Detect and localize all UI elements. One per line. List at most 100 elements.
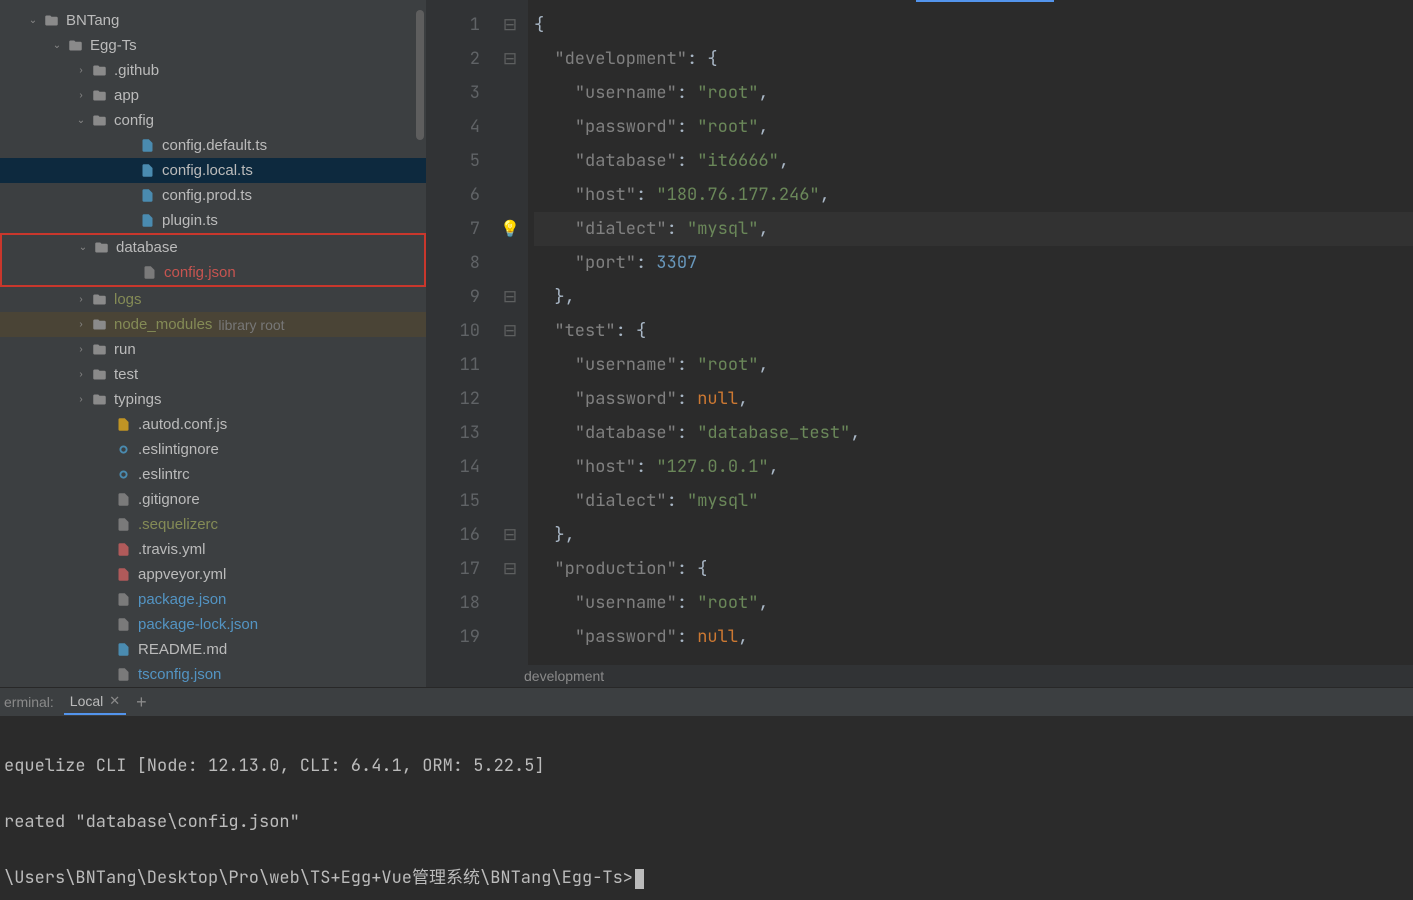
code-line[interactable]: "production": { <box>534 552 1413 586</box>
chevron-right-icon[interactable]: › <box>72 369 90 380</box>
tree-item--eslintignore[interactable]: .eslintignore <box>0 437 426 462</box>
line-number[interactable]: 16 <box>426 518 480 552</box>
fold-marker[interactable] <box>492 178 528 212</box>
chevron-right-icon[interactable]: › <box>72 344 90 355</box>
tree-item-package-json[interactable]: package.json <box>0 587 426 612</box>
code-line[interactable]: "username": "root", <box>534 348 1413 382</box>
tree-item--gitignore[interactable]: .gitignore <box>0 487 426 512</box>
tree-item--github[interactable]: ›.github <box>0 58 426 83</box>
tree-item-typings[interactable]: ›typings <box>0 387 426 412</box>
fold-marker[interactable] <box>492 382 528 416</box>
code-line[interactable]: "dialect": "mysql" <box>534 484 1413 518</box>
line-number[interactable]: 4 <box>426 110 480 144</box>
chevron-down-icon[interactable]: ⌄ <box>48 40 66 51</box>
fold-marker[interactable] <box>492 586 528 620</box>
terminal-tab-local[interactable]: Local ✕ <box>64 690 126 715</box>
line-number[interactable]: 3 <box>426 76 480 110</box>
fold-marker[interactable] <box>492 484 528 518</box>
code-line[interactable]: { <box>534 8 1413 42</box>
chevron-down-icon[interactable]: ⌄ <box>72 115 90 126</box>
line-number[interactable]: 5 <box>426 144 480 178</box>
code-line[interactable]: "test": { <box>534 314 1413 348</box>
line-number[interactable]: 12 <box>426 382 480 416</box>
line-number[interactable]: 18 <box>426 586 480 620</box>
fold-marker[interactable]: ⊟ <box>492 518 528 552</box>
tree-item-readme-md[interactable]: README.md <box>0 637 426 662</box>
chevron-down-icon[interactable]: ⌄ <box>24 15 42 26</box>
code-line[interactable]: }, <box>534 518 1413 552</box>
line-number[interactable]: 2 <box>426 42 480 76</box>
tree-item-logs[interactable]: ›logs <box>0 287 426 312</box>
fold-marker[interactable]: ⊟ <box>492 314 528 348</box>
tree-item--eslintrc[interactable]: .eslintrc <box>0 462 426 487</box>
tree-item--travis-yml[interactable]: .travis.yml <box>0 537 426 562</box>
fold-marker[interactable] <box>492 76 528 110</box>
code-line[interactable]: }, <box>534 280 1413 314</box>
line-number[interactable]: 7 <box>426 212 480 246</box>
tree-item-run[interactable]: ›run <box>0 337 426 362</box>
chevron-right-icon[interactable]: › <box>72 319 90 330</box>
tree-item-plugin-ts[interactable]: plugin.ts <box>0 208 426 233</box>
fold-marker[interactable] <box>492 348 528 382</box>
tree-item-config[interactable]: ⌄config <box>0 108 426 133</box>
chevron-down-icon[interactable]: ⌄ <box>74 242 92 253</box>
tree-item-egg-ts[interactable]: ⌄Egg-Ts <box>0 33 426 58</box>
tree-item-config-json[interactable]: config.json <box>2 260 424 285</box>
chevron-right-icon[interactable]: › <box>72 90 90 101</box>
line-number[interactable]: 14 <box>426 450 480 484</box>
tree-item-tsconfig-json[interactable]: tsconfig.json <box>0 662 426 687</box>
code-line[interactable]: "dialect": "mysql", <box>534 212 1413 246</box>
tree-item-config-local-ts[interactable]: config.local.ts <box>0 158 426 183</box>
fold-marker[interactable] <box>492 416 528 450</box>
line-number[interactable]: 15 <box>426 484 480 518</box>
fold-marker[interactable] <box>492 450 528 484</box>
line-number[interactable]: 17 <box>426 552 480 586</box>
line-number[interactable]: 8 <box>426 246 480 280</box>
line-number[interactable]: 1 <box>426 8 480 42</box>
add-terminal-button[interactable]: + <box>126 692 157 713</box>
tree-item--autod-conf-js[interactable]: .autod.conf.js <box>0 412 426 437</box>
tree-item-test[interactable]: ›test <box>0 362 426 387</box>
fold-marker[interactable]: ⊟ <box>492 280 528 314</box>
fold-marker[interactable] <box>492 246 528 280</box>
code-line[interactable]: "host": "180.76.177.246", <box>534 178 1413 212</box>
code-line[interactable]: "host": "127.0.0.1", <box>534 450 1413 484</box>
code-line[interactable]: "password": "root", <box>534 110 1413 144</box>
code-line[interactable]: "username": "root", <box>534 586 1413 620</box>
line-number[interactable]: 9 <box>426 280 480 314</box>
tree-item-config-prod-ts[interactable]: config.prod.ts <box>0 183 426 208</box>
breadcrumb[interactable]: development <box>426 665 1413 687</box>
fold-marker[interactable] <box>492 620 528 654</box>
fold-marker[interactable]: ⊟ <box>492 8 528 42</box>
code-line[interactable]: "development": { <box>534 42 1413 76</box>
code-line[interactable]: "database": "it6666", <box>534 144 1413 178</box>
fold-marker[interactable] <box>492 144 528 178</box>
code-line[interactable]: "port": 3307 <box>534 246 1413 280</box>
terminal-output[interactable]: equelize CLI [Node: 12.13.0, CLI: 6.4.1,… <box>0 716 1413 900</box>
line-number[interactable]: 6 <box>426 178 480 212</box>
chevron-right-icon[interactable]: › <box>72 294 90 305</box>
close-icon[interactable]: ✕ <box>109 693 120 709</box>
tree-scrollbar[interactable] <box>416 10 424 140</box>
chevron-right-icon[interactable]: › <box>72 65 90 76</box>
tree-item-bntang[interactable]: ⌄BNTang <box>0 8 426 33</box>
breadcrumb-item[interactable]: development <box>524 668 604 684</box>
line-number[interactable]: 11 <box>426 348 480 382</box>
tree-item-database[interactable]: ⌄database <box>2 235 424 260</box>
lightbulb-icon[interactable]: 💡 <box>500 212 520 246</box>
code-line[interactable]: "password": null, <box>534 382 1413 416</box>
line-number[interactable]: 13 <box>426 416 480 450</box>
fold-marker[interactable]: 💡 <box>492 212 528 246</box>
fold-marker[interactable]: ⊟ <box>492 552 528 586</box>
line-number[interactable]: 19 <box>426 620 480 654</box>
code-line[interactable]: "password": null, <box>534 620 1413 654</box>
fold-marker[interactable] <box>492 110 528 144</box>
tree-item-appveyor-yml[interactable]: appveyor.yml <box>0 562 426 587</box>
tree-item-config-default-ts[interactable]: config.default.ts <box>0 133 426 158</box>
line-number[interactable]: 10 <box>426 314 480 348</box>
code-line[interactable]: "username": "root", <box>534 76 1413 110</box>
fold-marker[interactable]: ⊟ <box>492 42 528 76</box>
tree-item-node_modules[interactable]: ›node_moduleslibrary root <box>0 312 426 337</box>
tree-item--sequelizerc[interactable]: .sequelizerc <box>0 512 426 537</box>
tree-item-package-lock-json[interactable]: package-lock.json <box>0 612 426 637</box>
